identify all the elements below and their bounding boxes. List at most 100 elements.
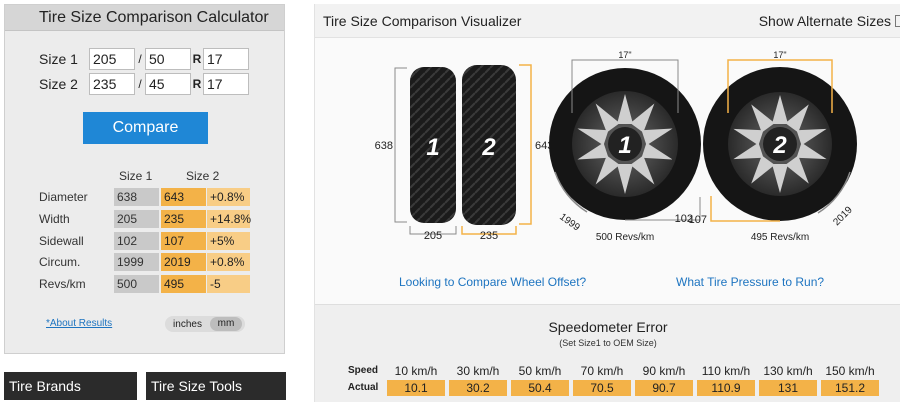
results-col2-header: Size 2 — [186, 169, 220, 183]
results-row: Diameter 638 643 +0.8% — [39, 188, 250, 206]
speedometer-title: Speedometer Error — [548, 319, 668, 335]
size1-r-label: R — [192, 52, 202, 66]
result-label: Revs/km — [39, 277, 86, 291]
results-col1-header: Size 1 — [119, 169, 153, 183]
speed-value: 110 km/h — [701, 364, 751, 378]
unit-inches-option[interactable]: inches — [165, 319, 210, 330]
speed-value: 10 km/h — [394, 364, 438, 378]
show-alternate-sizes-toggle[interactable]: Show Alternate Sizes — [759, 13, 900, 29]
results-row: Circum. 1999 2019 +0.8% — [39, 253, 250, 271]
size2-row: Size 2 / R — [39, 73, 249, 95]
result-size1-value: 500 — [114, 275, 159, 293]
tire2-tread-number: 2 — [481, 134, 496, 161]
calculator-panel: Tire Size Comparison Calculator Size 1 /… — [4, 4, 285, 354]
size2-r-label: R — [192, 77, 202, 91]
speed-value: 30 km/h — [456, 364, 500, 378]
visualizer-header: Tire Size Comparison Visualizer Show Alt… — [315, 4, 900, 38]
diameter1-bracket — [394, 67, 407, 223]
speedometer-error-section: Speedometer Error (Set Size1 to OEM Size… — [315, 304, 900, 402]
result-size2-value: 643 — [161, 188, 206, 206]
checkbox-icon[interactable] — [895, 15, 900, 27]
result-difference: +5% — [207, 232, 250, 250]
wheel1-number: 1 — [618, 132, 631, 159]
result-difference: -5 — [207, 275, 250, 293]
result-size1-value: 638 — [114, 188, 159, 206]
size2-slash: / — [138, 77, 142, 91]
size1-slash: / — [138, 52, 142, 66]
actual-value: 50.4 — [511, 380, 569, 396]
result-size1-value: 102 — [114, 232, 159, 250]
result-label: Diameter — [39, 190, 88, 204]
sidewall2-label: 107 — [689, 214, 707, 226]
speed-value: 130 km/h — [763, 364, 813, 378]
size1-aspect-input[interactable] — [145, 48, 191, 70]
revs1-label: 500 Revs/km — [596, 232, 654, 243]
actual-value: 30.2 — [449, 380, 507, 396]
size2-rim-input[interactable] — [203, 73, 249, 95]
speedometer-subtitle: (Set Size1 to OEM Size) — [559, 338, 657, 348]
speed-value: 50 km/h — [518, 364, 562, 378]
visualizer-title: Tire Size Comparison Visualizer — [323, 13, 522, 29]
result-label: Circum. — [39, 255, 81, 269]
actual-value: 10.1 — [387, 380, 445, 396]
speed-row-label: Speed — [347, 365, 378, 376]
width1-label: 205 — [424, 230, 442, 242]
speed-value: 70 km/h — [580, 364, 624, 378]
results-row: Sidewall 102 107 +5% — [39, 232, 250, 250]
result-difference: +0.8% — [207, 253, 250, 271]
actual-value: 90.7 — [635, 380, 693, 396]
result-label: Sidewall — [39, 234, 84, 248]
actual-row-label: Actual — [347, 382, 379, 393]
circumference1-label: 1999 — [557, 212, 582, 234]
size1-width-input[interactable] — [89, 48, 135, 70]
result-size2-value: 495 — [161, 275, 206, 293]
size1-label: Size 1 — [39, 51, 78, 67]
result-label: Width — [39, 212, 70, 226]
actual-value: 110.9 — [697, 380, 755, 396]
wheel-offset-link[interactable]: Looking to Compare Wheel Offset? — [399, 275, 586, 289]
about-results-link[interactable]: *About Results — [46, 318, 112, 329]
width2-label: 235 — [480, 230, 498, 242]
tire-brands-button[interactable]: Tire Brands — [4, 372, 137, 400]
rim2-label: 17" — [773, 50, 786, 60]
tire-size-tools-button[interactable]: Tire Size Tools — [146, 372, 286, 400]
actual-value: 131 — [759, 380, 817, 396]
result-size2-value: 2019 — [161, 253, 206, 271]
size2-label: Size 2 — [39, 76, 78, 92]
result-size2-value: 107 — [161, 232, 206, 250]
result-difference: +14.8% — [207, 210, 251, 228]
show-alternate-label: Show Alternate Sizes — [758, 13, 891, 29]
size2-aspect-input[interactable] — [145, 73, 191, 95]
speed-value: 90 km/h — [642, 364, 686, 378]
speed-value: 150 km/h — [825, 364, 875, 378]
rim1-label: 17" — [618, 50, 631, 60]
result-size2-value: 235 — [161, 210, 206, 228]
diameter2-bracket — [519, 64, 532, 225]
size1-row: Size 1 / R — [39, 48, 249, 70]
tire-pressure-link[interactable]: What Tire Pressure to Run? — [676, 275, 824, 289]
size2-width-input[interactable] — [89, 73, 135, 95]
size1-rim-input[interactable] — [203, 48, 249, 70]
result-size1-value: 1999 — [114, 253, 159, 271]
actual-value: 70.5 — [573, 380, 631, 396]
circumference2-label: 2019 — [831, 204, 855, 228]
page: Tire Size Comparison Calculator Size 1 /… — [0, 0, 900, 402]
tire-visual-diagram: 1 2 638 643 205 235 1 17" 102 1999 500 R… — [375, 50, 857, 243]
visualizer-panel: Tire Size Comparison Visualizer Show Alt… — [314, 4, 900, 402]
actual-value: 151.2 — [821, 380, 879, 396]
result-size1-value: 205 — [114, 210, 159, 228]
unit-mm-option[interactable]: mm — [210, 317, 242, 331]
compare-button[interactable]: Compare — [83, 112, 208, 144]
tire1-tread-view: 1 — [410, 67, 456, 223]
calculator-title: Tire Size Comparison Calculator — [5, 5, 284, 31]
results-row: Revs/km 500 495 -5 — [39, 275, 250, 293]
wheel2-sidewall-view: 2 — [703, 67, 857, 221]
result-difference: +0.8% — [207, 188, 250, 206]
wheel2-number: 2 — [772, 132, 787, 159]
unit-toggle[interactable]: inches mm — [165, 316, 245, 332]
diameter1-label: 638 — [375, 140, 393, 152]
tire2-tread-view: 2 — [462, 65, 516, 225]
tire1-tread-number: 1 — [426, 134, 439, 161]
revs2-label: 495 Revs/km — [751, 232, 809, 243]
results-row: Width 205 235 +14.8% — [39, 210, 251, 228]
